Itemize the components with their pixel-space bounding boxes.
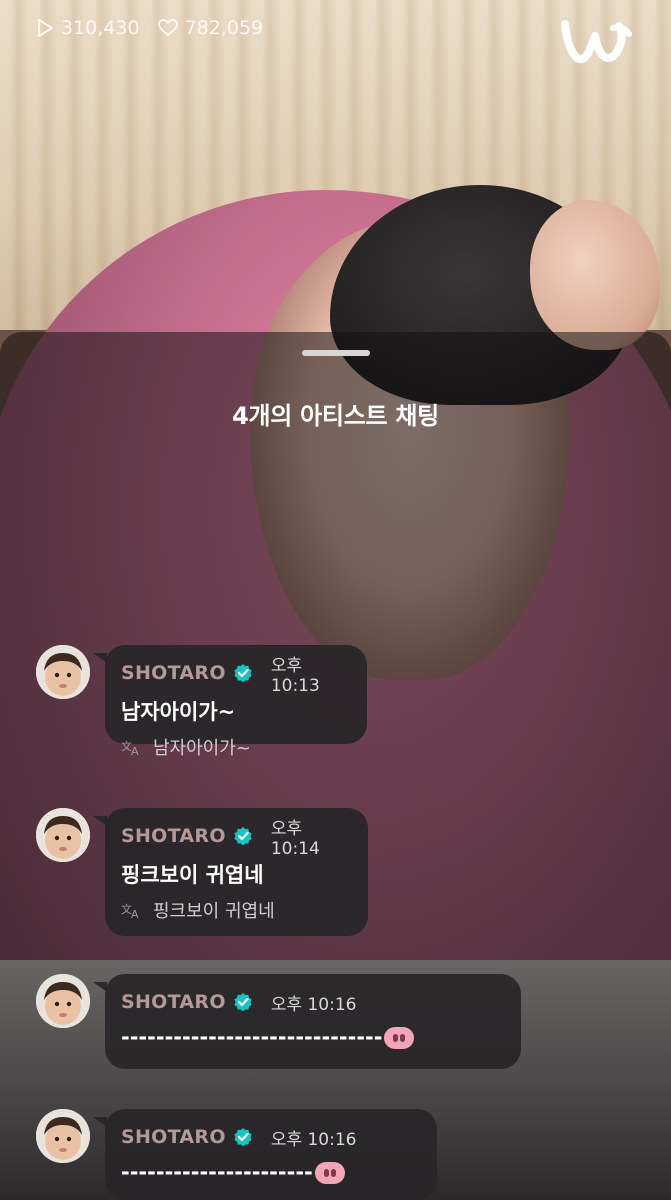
message-meta: SHOTARO 오후 10:16 [121, 991, 505, 1015]
message-text: ---------------------- [121, 1160, 421, 1184]
view-count: 310,430 [36, 17, 140, 39]
dash-line: ---------------------- [121, 1160, 313, 1184]
message-text: 핑크보이 귀엽네 [121, 863, 264, 887]
svg-text:A: A [131, 908, 139, 919]
play-icon [38, 19, 53, 37]
artist-name[interactable]: SHOTARO [121, 991, 226, 1013]
like-count: 782,059 [157, 17, 264, 39]
avatar[interactable] [36, 1109, 90, 1163]
chat-bubble: SHOTARO 오후 10:16 -----------------------… [93, 974, 521, 1069]
view-count-value: 310,430 [61, 17, 140, 39]
verified-badge-icon [233, 1127, 253, 1147]
message-time: 오후 10:16 [270, 1129, 357, 1150]
message-time: 오후 10:13 [270, 655, 320, 696]
artist-name[interactable]: SHOTARO [121, 1126, 226, 1148]
chat-bubble: SHOTARO 오후 10:16 ---------------------- [93, 1109, 437, 1200]
avatar[interactable] [36, 645, 90, 699]
svg-text:A: A [131, 745, 139, 756]
message-text: 남자아이가~ [121, 700, 236, 724]
translation-row[interactable]: 文A 핑크보이 귀엽네 [121, 897, 352, 923]
artist-name[interactable]: SHOTARO [121, 825, 226, 847]
pig-nose-emoji-icon [314, 1162, 345, 1184]
message-meta: SHOTARO 오후 10:16 [121, 1126, 421, 1150]
artist-name[interactable]: SHOTARO [121, 662, 226, 684]
weverse-logo-icon [559, 18, 633, 72]
verified-badge-icon [233, 826, 253, 846]
heart-icon [157, 19, 178, 37]
translation-text: 남자아이가~ [153, 738, 251, 759]
message-time: 오후 10:16 [270, 994, 357, 1015]
artist-chat-sheet: 4개의 아티스트 채팅 [0, 332, 671, 1200]
message-meta: SHOTARO 오후 10:14 [121, 819, 352, 859]
avatar[interactable] [36, 974, 90, 1028]
translation-row[interactable]: 文A 남자아이가~ [121, 734, 351, 760]
verified-badge-icon [233, 992, 253, 1012]
dash-line: ------------------------------ [121, 1025, 383, 1049]
chat-bubble: SHOTARO 오후 10:14 핑크보이 귀엽네 文A 핑크보이 귀엽네 [93, 808, 368, 936]
sheet-title: 4개의 아티스트 채팅 [232, 402, 439, 430]
pig-nose-emoji-icon [384, 1027, 415, 1049]
translation-text: 핑크보이 귀엽네 [153, 901, 275, 922]
drag-handle[interactable] [302, 350, 370, 356]
message-meta: SHOTARO 오후 10:13 [121, 656, 351, 696]
message-time: 오후 10:14 [270, 818, 320, 859]
chat-bubble: SHOTARO 오후 10:13 남자아이가~ 文A 남자아이가~ [93, 645, 367, 759]
avatar[interactable] [36, 808, 90, 862]
verified-badge-icon [233, 663, 253, 683]
like-count-value: 782,059 [184, 17, 264, 39]
translate-icon: 文A [121, 901, 143, 919]
translate-icon: 文A [121, 738, 143, 756]
stats-bar: 310,430 782,059 [36, 17, 263, 39]
message-text: ------------------------------ [121, 1025, 505, 1049]
